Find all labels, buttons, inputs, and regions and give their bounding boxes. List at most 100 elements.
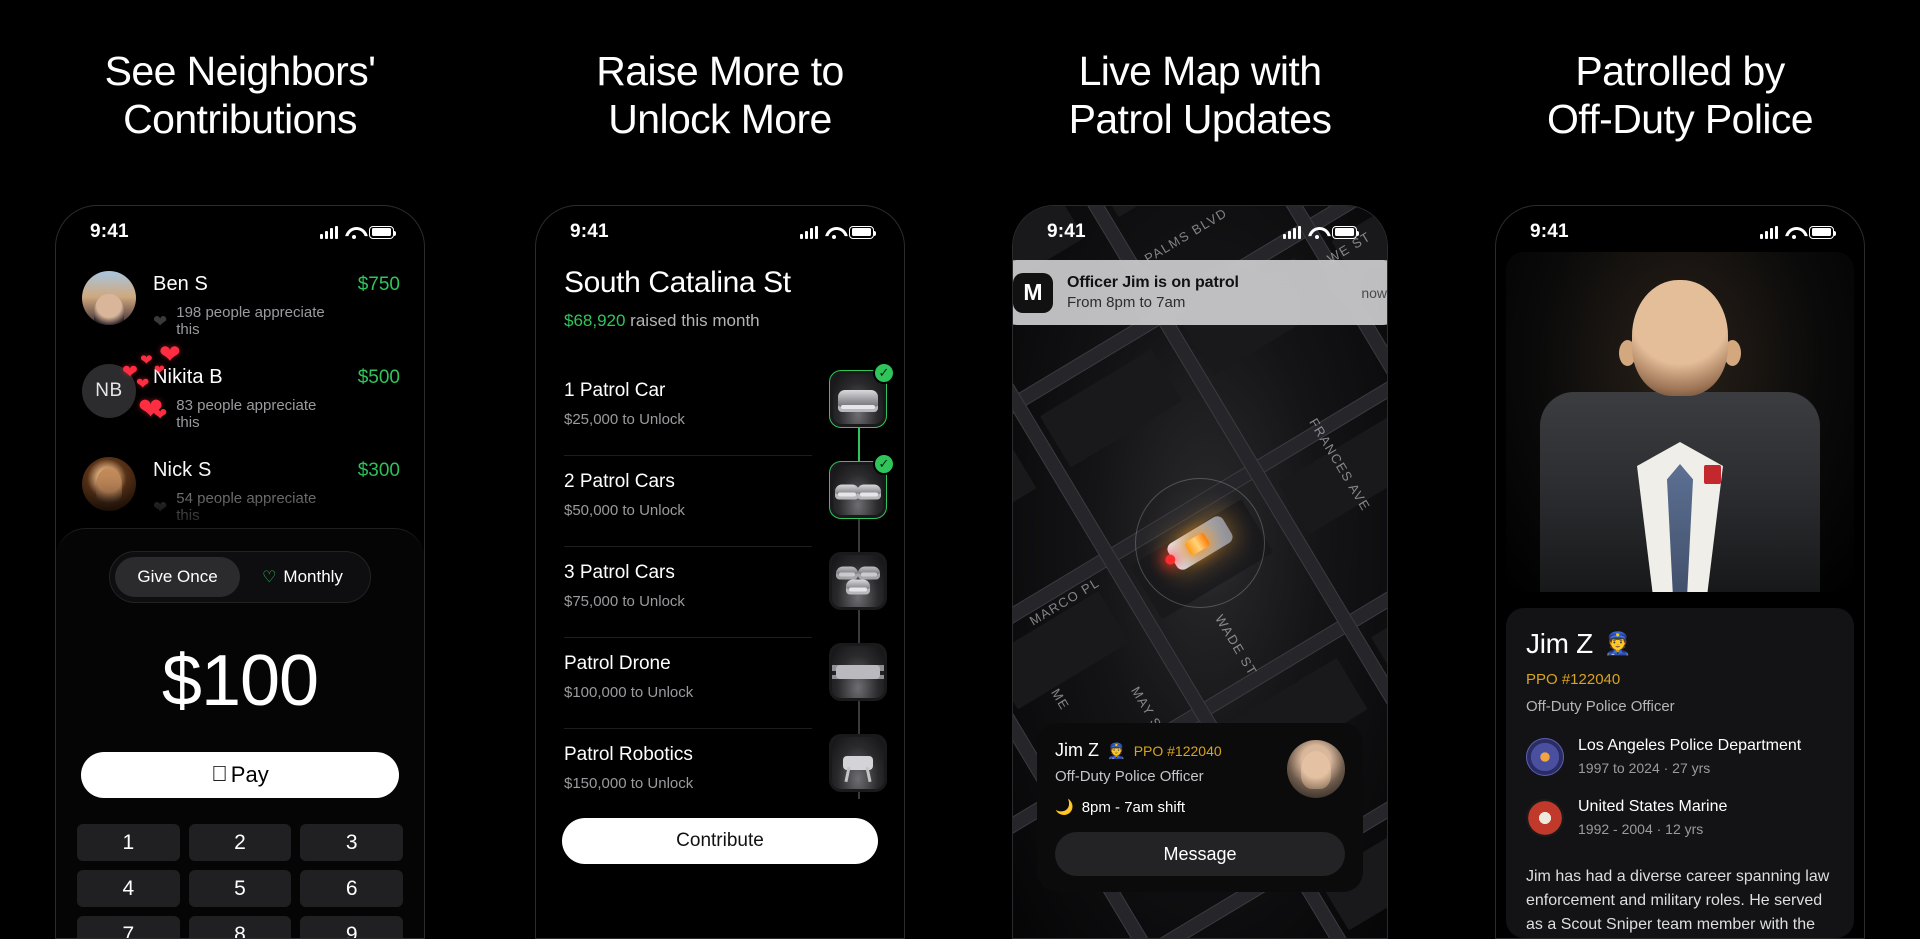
notification-timestamp: now — [1361, 284, 1387, 301]
tab-monthly[interactable]: ♡ Monthly — [240, 557, 365, 597]
keypad-key-5[interactable]: 5 — [188, 870, 292, 907]
contributor-name: Nick S — [153, 459, 212, 481]
cellular-signal-icon — [1760, 225, 1778, 239]
tier-thumbnail-patrol-robotics — [829, 734, 887, 792]
battery-icon — [1809, 225, 1837, 239]
employment-dates: 1992 - 2004 · 12 yrs — [1578, 821, 1704, 837]
avatar — [82, 271, 136, 325]
battery-icon — [849, 225, 877, 239]
contributor-name: Nikita B — [153, 366, 223, 388]
keypad-key-3[interactable]: 3 — [300, 824, 403, 861]
heart-icon: ❤ — [136, 376, 150, 393]
heart-icon[interactable]: ❤ — [153, 499, 167, 516]
tier-name: 1 Patrol Car — [564, 380, 666, 401]
column-see-neighbors-contributions: See Neighbors' Contributions 9:41 Ben S — [0, 0, 480, 939]
headline-4-line2: Off-Duty Police — [1547, 95, 1814, 142]
phone-mockup-4: 9:41 Jim Z 👮 PPO #122040 Off-Duty Police… — [1495, 205, 1865, 939]
officer-role: Off-Duty Police Officer — [1055, 768, 1204, 785]
page-title: South Catalina St — [564, 266, 791, 299]
list-item[interactable]: Nick S ❤ 54 people appreciate this $300 — [56, 444, 424, 537]
list-item[interactable]: Ben S ❤ 198 people appreciate this $750 — [56, 258, 424, 351]
notification-text: Officer Jim is on patrol From 8pm to 7am — [1067, 274, 1347, 311]
patrol-notification-banner[interactable]: M Officer Jim is on patrol From 8pm to 7… — [1013, 260, 1387, 325]
app-icon-glyph: M — [1023, 279, 1043, 305]
contributions-list: Ben S ❤ 198 people appreciate this $750 … — [56, 252, 424, 537]
contribution-body: Ben S ❤ 198 people appreciate this — [153, 271, 341, 338]
tier-row[interactable]: 3 Patrol Cars $75,000 to Unlock — [564, 547, 812, 638]
employment-org-name: United States Marine — [1578, 798, 1728, 815]
keypad-key-4[interactable]: 4 — [77, 870, 180, 907]
light-bar-icon — [1183, 531, 1211, 556]
drone-image — [832, 646, 884, 698]
appreciate-count: 198 people appreciate this — [176, 304, 325, 338]
tier-labels: 1 Patrol Car $25,000 to Unlock 2 Patrol … — [564, 365, 812, 825]
appreciate-row: ❤ 54 people appreciate this — [153, 490, 341, 524]
screenshot-root: See Neighbors' Contributions 9:41 Ben S — [0, 0, 1920, 939]
employment-dates: 1997 to 2024 · 27 yrs — [1578, 760, 1711, 776]
tier-thumbnail-2-patrol-cars: ✓ — [829, 453, 895, 519]
officer-name-row: Jim Z 👮 PPO #122040 — [1055, 740, 1277, 761]
notification-title: Officer Jim is on patrol — [1067, 274, 1239, 291]
keypad-key-1[interactable]: 1 — [77, 824, 180, 861]
robot-dog-image — [832, 737, 884, 789]
wifi-icon — [345, 226, 362, 239]
raised-amount: $68,920 — [564, 311, 626, 330]
message-button[interactable]: Message — [1055, 832, 1345, 876]
police-badge-icon: 👮 — [1603, 631, 1632, 656]
column-live-map-patrol-updates: Live Map with Patrol Updates PALMS BLVD … — [960, 0, 1440, 939]
tier-row[interactable]: Patrol Robotics $150,000 to Unlock — [564, 729, 812, 820]
headline-3-line2: Patrol Updates — [1068, 95, 1332, 142]
status-bar-3: 9:41 — [1013, 206, 1387, 252]
police-badge-icon: 👮 — [1107, 742, 1126, 760]
patrol-cars-image — [832, 555, 884, 607]
contribute-button[interactable]: Contribute — [562, 818, 878, 864]
head — [1632, 280, 1728, 396]
donation-amount[interactable]: $100 — [74, 640, 406, 722]
employment-history-item: United States Marine 1992 - 2004 · 12 yr… — [1526, 798, 1834, 837]
headline-4-line1: Patrolled by — [1575, 48, 1785, 94]
lapd-seal-icon — [1526, 737, 1564, 776]
status-time: 9:41 — [1047, 221, 1086, 242]
headline-4: Patrolled by Off-Duty Police — [1440, 0, 1920, 144]
cellular-signal-icon — [1283, 225, 1301, 239]
keypad-key-9[interactable]: 9 — [300, 916, 403, 938]
heart-icon[interactable]: ❤ — [153, 406, 167, 423]
profile-role: Off-Duty Police Officer — [1526, 698, 1675, 715]
profile-name-row: Jim Z 👮 — [1526, 628, 1834, 660]
headline-2-line1: Raise More to — [596, 48, 844, 94]
profile-name: Jim Z — [1526, 628, 1593, 659]
numeric-keypad: 1 2 3 4 5 6 7 8 9 — [74, 824, 406, 938]
tier-row[interactable]: 1 Patrol Car $25,000 to Unlock — [564, 365, 812, 456]
phone-mockup-1: 9:41 Ben S ❤ 198 people appreciate this — [55, 205, 425, 939]
status-bar-1: 9:41 — [56, 206, 424, 252]
patrol-car-image — [833, 374, 883, 424]
officer-summary-info: Jim Z 👮 PPO #122040 Off-Duty Police Offi… — [1055, 740, 1277, 816]
contribution-body: Nick S ❤ 54 people appreciate this — [153, 457, 341, 524]
tab-give-once[interactable]: Give Once — [115, 557, 240, 597]
tier-name: 2 Patrol Cars — [564, 471, 675, 492]
status-icons — [800, 225, 877, 239]
officer-shift-row: 🌙 8pm - 7am shift — [1055, 798, 1277, 817]
tier-thumbnail-1-patrol-car: ✓ — [829, 362, 895, 428]
keypad-key-7[interactable]: 7 — [77, 916, 180, 938]
contribution-amount: $750 — [357, 274, 400, 295]
keypad-key-2[interactable]: 2 — [188, 824, 292, 861]
frequency-segmented-control: Give Once ♡ Monthly — [109, 551, 371, 603]
tier-thumbnail-3-patrol-cars — [829, 552, 887, 610]
list-item[interactable]: NB ❤ ❤ ❤ ❤ ❤ ❤ Nikita B ❤ 83 people appr… — [56, 341, 424, 444]
tier-row[interactable]: 2 Patrol Cars $50,000 to Unlock — [564, 456, 812, 547]
keypad-key-8[interactable]: 8 — [188, 916, 292, 938]
contribution-amount: $500 — [357, 367, 400, 388]
keypad-key-6[interactable]: 6 — [300, 870, 403, 907]
officer-profile-card: Jim Z 👮 PPO #122040 Off-Duty Police Offi… — [1506, 608, 1854, 938]
heart-icon[interactable]: ❤ — [153, 313, 167, 330]
headline-1: See Neighbors' Contributions — [0, 0, 480, 144]
battery-icon — [1332, 225, 1360, 239]
headline-2: Raise More to Unlock More — [480, 0, 960, 144]
tier-price: $100,000 to Unlock — [564, 684, 694, 701]
battery-icon — [369, 225, 397, 239]
status-icons — [1760, 225, 1837, 239]
apple-pay-button[interactable]:  Pay — [81, 752, 399, 798]
tier-row[interactable]: Patrol Drone $100,000 to Unlock — [564, 638, 812, 729]
officer-portrait-photo — [1506, 252, 1854, 592]
